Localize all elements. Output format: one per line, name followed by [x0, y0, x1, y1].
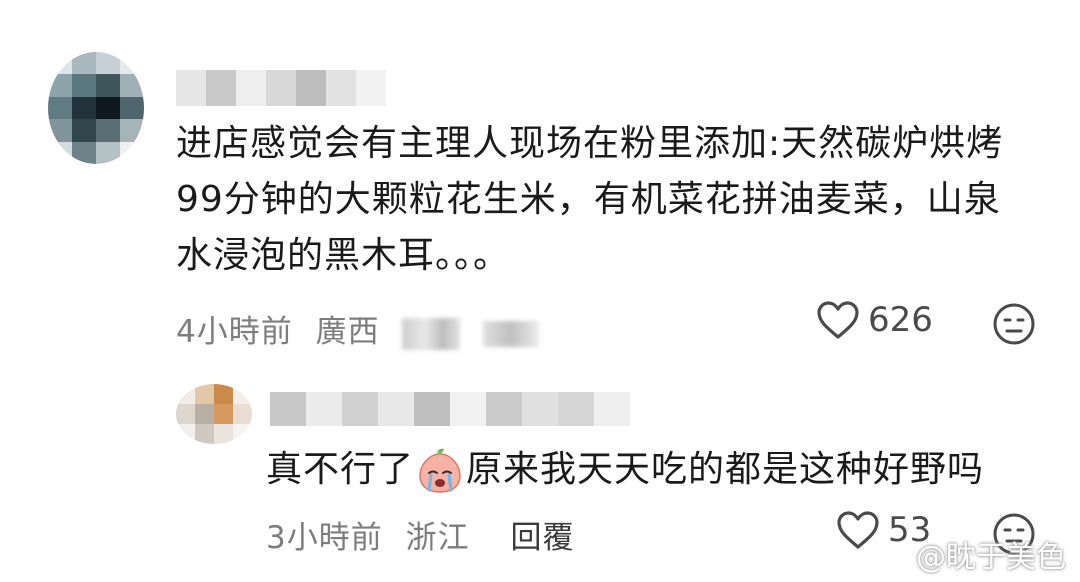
- avatar[interactable]: [48, 52, 144, 164]
- reply-avatar[interactable]: [176, 384, 252, 444]
- username[interactable]: [176, 70, 386, 106]
- heart-outline-icon: [817, 301, 859, 339]
- comment-location: 廣西: [315, 314, 380, 350]
- reply-meta: 3小時前 浙江 回覆: [266, 512, 586, 557]
- like-button[interactable]: 626: [816, 300, 933, 340]
- watermark: @眈于美色: [876, 532, 1066, 576]
- watermark-text: @眈于美色: [916, 540, 1066, 575]
- reply-button[interactable]: [402, 317, 461, 350]
- weibo-logo-icon: [876, 542, 910, 568]
- reply-text: 真不行了 原来我天天吃的都是这种好野吗: [266, 442, 984, 498]
- redacted-text: [483, 320, 540, 347]
- reply-text-part1: 真不行了: [266, 449, 415, 490]
- neutral-face-icon[interactable]: [992, 302, 1036, 346]
- heart-outline-icon: [837, 511, 879, 549]
- reply-username[interactable]: [270, 392, 630, 426]
- comment-time: 4小時前: [176, 314, 293, 350]
- crying-peach-emoji: [419, 448, 461, 493]
- comment-text: 进店感觉会有主理人现场在粉里添加:天然碳炉烘烤 99分钟的大颗粒花生米，有机菜花…: [176, 123, 1004, 276]
- reply-text-part2: 原来我天天吃的都是这种好野吗: [466, 449, 985, 490]
- like-count: 626: [868, 300, 933, 340]
- reply-time: 3小時前: [266, 520, 383, 556]
- comment-meta: 4小時前 廣西: [176, 306, 551, 351]
- reply-location: 浙江: [405, 520, 470, 556]
- reply-button[interactable]: 回覆: [510, 520, 574, 556]
